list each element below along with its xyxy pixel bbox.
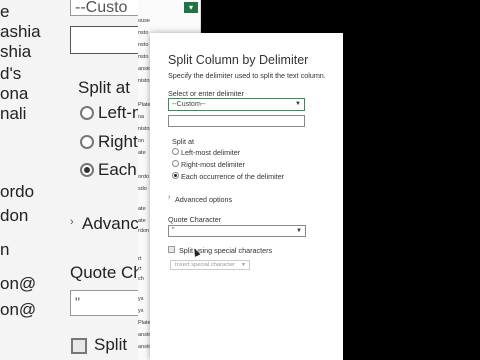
left-most-label: Left-most delimiter: [181, 148, 241, 157]
dialog-title: Split Column by Delimiter: [168, 53, 309, 67]
bg-name-fragment: e: [0, 2, 10, 21]
bg-email-fragment: on@: [0, 274, 37, 293]
chevron-down-icon: ▼: [296, 228, 302, 234]
bg-advanced-label: Advanc: [82, 214, 139, 233]
bg-split-label: Split: [94, 335, 128, 354]
delimiter-select[interactable]: --Custom-- ▼: [168, 98, 305, 111]
bg-email-fragment: on@: [0, 300, 37, 319]
chevron-down-icon: ▼: [295, 101, 301, 107]
advanced-options-toggle[interactable]: Advanced options: [175, 195, 232, 204]
chevron-down-icon: ▼: [241, 262, 246, 268]
right-most-radio[interactable]: [172, 160, 179, 167]
background-dialog: --Custo e ashia shia d's ona nali Split …: [0, 0, 150, 360]
list-item: nisto: [138, 126, 150, 132]
list-item: ate: [138, 218, 146, 224]
custom-delimiter-input[interactable]: [168, 115, 305, 127]
list-item: Plate: [138, 102, 151, 108]
bg-side-fragment: ordo: [0, 182, 35, 201]
special-characters-checkbox[interactable]: [168, 246, 175, 253]
list-item: ate: [138, 206, 146, 212]
list-item: ch: [138, 276, 144, 282]
dropdown-tab[interactable]: ▾: [184, 2, 198, 13]
list-item: nisto: [138, 78, 150, 84]
dialog-description: Specify the delimiter used to split the …: [168, 71, 326, 80]
list-item: rt: [138, 266, 142, 272]
bg-each-radio: [80, 163, 94, 177]
left-most-radio[interactable]: [172, 148, 179, 155]
chevron-right-icon[interactable]: ›: [168, 194, 170, 201]
right-most-label: Right-most delimiter: [181, 160, 245, 169]
each-occurrence-radio[interactable]: [172, 172, 179, 179]
letterbox-right: [343, 0, 480, 360]
bg-name-fragment: nali: [0, 104, 27, 123]
bg-quote-label: Quote Ch: [70, 263, 143, 282]
list-item: ys: [138, 308, 144, 314]
bg-right-radio: [80, 135, 94, 149]
split-column-dialog: Split Column by Delimiter Specify the de…: [150, 33, 343, 360]
bg-name-fragment: shia: [0, 42, 32, 61]
list-item: on: [138, 138, 145, 144]
bg-name-fragment: d's: [0, 64, 22, 83]
list-item: ordo: [138, 174, 150, 180]
bg-chevron-icon: ›: [70, 216, 74, 228]
list-item: ouse: [138, 18, 150, 24]
insert-special-character-button[interactable]: Insert special character ▼: [170, 260, 250, 270]
bg-side-fragment: n: [0, 240, 10, 259]
list-item: na: [138, 114, 145, 120]
bg-right-option: Right-: [98, 132, 144, 151]
delimiter-value: --Custom--: [172, 101, 206, 108]
list-item: rdon: [138, 228, 150, 234]
screen: --Custo e ashia shia d's ona nali Split …: [0, 0, 480, 360]
bg-each-option: Each: [98, 160, 137, 179]
list-item: ys: [138, 296, 144, 302]
delimiter-label: Select or enter delimiter: [168, 89, 244, 98]
list-item: sdo: [138, 186, 147, 192]
list-item: rt: [138, 256, 142, 262]
each-occurrence-label: Each occurrence of the delimiter: [181, 172, 285, 181]
bg-left-radio: [80, 106, 94, 120]
list-item: nsto: [138, 30, 149, 36]
bg-side-fragment: don: [0, 206, 29, 225]
bg-split-at-label: Split at: [78, 78, 130, 97]
quote-character-select[interactable]: " ▼: [168, 225, 306, 237]
list-item: nsto: [138, 42, 149, 48]
bg-name-fragment: ona: [0, 84, 29, 103]
bg-split-checkbox: [71, 338, 87, 354]
quote-character-label: Quote Character: [168, 215, 222, 224]
bg-name-fragment: ashia: [0, 22, 41, 41]
list-item: nsto: [138, 54, 149, 60]
list-item: ate: [138, 150, 146, 156]
quote-value: ": [172, 227, 175, 234]
split-at-label: Split at: [172, 137, 194, 146]
